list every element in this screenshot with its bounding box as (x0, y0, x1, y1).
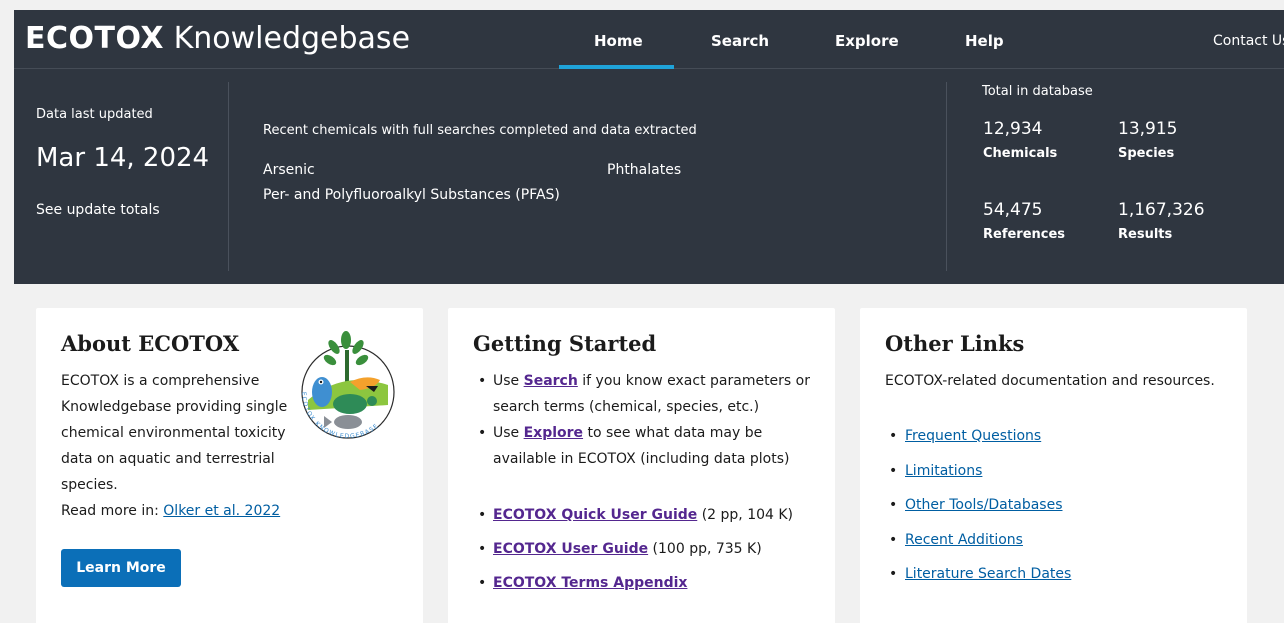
list-item: ECOTOX Quick User Guide (2 pp, 104 K) (472, 498, 822, 532)
recent-chemical-item: Phthalates (607, 162, 682, 178)
site-logo[interactable]: ECOTOX Knowledgebase (25, 19, 410, 59)
recent-chemical-item: Arsenic (263, 162, 315, 178)
list-item: ECOTOX User Guide (100 pp, 735 K) (472, 532, 822, 566)
getting-started-list: Use Search if you know exact parameters … (472, 368, 822, 600)
divider-left (228, 82, 229, 271)
ecotox-logo: ECOTOX KNOWLEDGEBASE (300, 331, 395, 440)
nav-help[interactable]: Help (965, 31, 1004, 51)
other-links-list: Frequent Questions Limitations Other Too… (885, 425, 1071, 598)
stat-label: References (983, 227, 1066, 242)
last-updated-label: Data last updated (36, 107, 153, 122)
other-tools-link[interactable]: Other Tools/Databases (905, 497, 1063, 513)
quick-user-guide-link[interactable]: ECOTOX Quick User Guide (493, 507, 697, 523)
other-links-description: ECOTOX-related documentation and resourc… (885, 373, 1215, 389)
brand-subtitle: Knowledgebase (173, 21, 411, 56)
update-totals-link[interactable]: See update totals (36, 201, 160, 219)
olker-paper-link[interactable]: Olker et al. 2022 (163, 503, 280, 519)
list-item: Frequent Questions (885, 425, 1071, 460)
stat-value: 1,167,326 (1118, 200, 1205, 220)
nav-search[interactable]: Search (711, 31, 769, 51)
limitations-link[interactable]: Limitations (905, 463, 982, 479)
site-header: ECOTOX Knowledgebase Home Search Explore… (14, 10, 1284, 284)
terms-appendix-link[interactable]: ECOTOX Terms Appendix (493, 575, 687, 591)
recent-chemical-item: Per- and Polyfluoroalkyl Substances (PFA… (263, 187, 560, 203)
list-item: Other Tools/Databases (885, 494, 1071, 529)
other-links-title: Other Links (885, 331, 1025, 356)
recent-additions-link[interactable]: Recent Additions (905, 532, 1023, 548)
divider-right (946, 82, 947, 271)
stat-value: 13,915 (1118, 119, 1178, 139)
learn-more-button[interactable]: Learn More (61, 549, 181, 587)
stat-label: Results (1118, 227, 1173, 242)
totals-heading: Total in database (982, 84, 1093, 99)
last-updated-date: Mar 14, 2024 (36, 143, 210, 173)
nav-contact[interactable]: Contact Us (1213, 31, 1284, 51)
search-link[interactable]: Search (524, 373, 578, 389)
about-card: About ECOTOX ECOTOX is a comprehensive K… (36, 308, 423, 623)
stat-label: Chemicals (983, 146, 1058, 161)
read-more-prefix: Read more in: (61, 503, 164, 519)
list-item: Use Search if you know exact parameters … (472, 368, 822, 420)
recent-chemicals-heading: Recent chemicals with full searches comp… (263, 123, 697, 138)
list-item: Limitations (885, 460, 1071, 495)
frequent-questions-link[interactable]: Frequent Questions (905, 428, 1041, 444)
list-item: Use Explore to see what data may be avai… (472, 420, 822, 472)
getting-started-card: Getting Started Use Search if you know e… (448, 308, 835, 623)
literature-search-dates-link[interactable]: Literature Search Dates (905, 566, 1071, 582)
brand-name: ECOTOX (25, 21, 165, 56)
read-more: Read more in: Olker et al. 2022 (61, 498, 280, 524)
active-tab-indicator (559, 65, 674, 69)
stat-value: 12,934 (983, 119, 1043, 139)
list-item: Recent Additions (885, 529, 1071, 564)
stat-label: Species (1118, 146, 1175, 161)
list-item: ECOTOX Terms Appendix (472, 566, 822, 600)
about-description: ECOTOX is a comprehensive Knowledgebase … (61, 373, 288, 493)
main-nav: ECOTOX Knowledgebase Home Search Explore… (14, 10, 1284, 69)
list-item: Literature Search Dates (885, 563, 1071, 598)
nav-explore[interactable]: Explore (835, 31, 899, 51)
user-guide-link[interactable]: ECOTOX User Guide (493, 541, 648, 557)
other-links-card: Other Links ECOTOX-related documentation… (860, 308, 1247, 623)
nav-home[interactable]: Home (594, 31, 643, 51)
about-title: About ECOTOX (61, 331, 240, 356)
stat-value: 54,475 (983, 200, 1043, 220)
explore-link[interactable]: Explore (524, 425, 583, 441)
getting-started-title: Getting Started (473, 331, 657, 356)
